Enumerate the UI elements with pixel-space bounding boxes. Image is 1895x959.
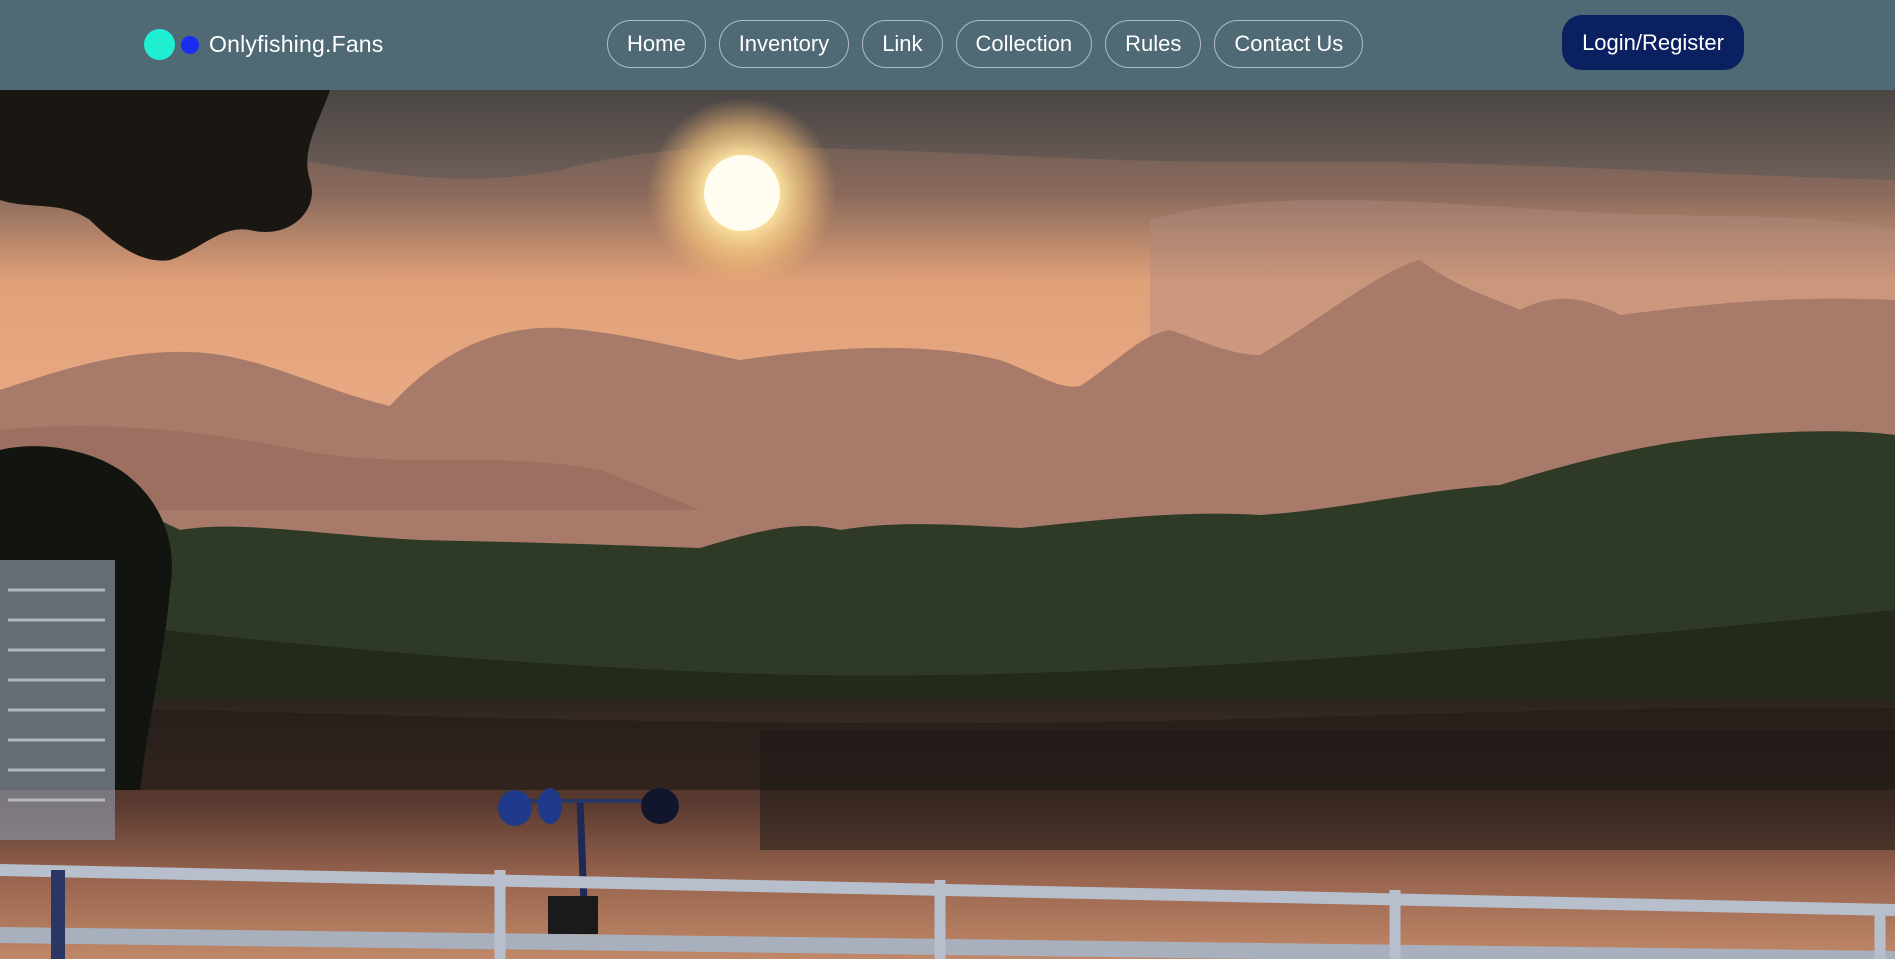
sunset-lake-scene <box>0 90 1895 959</box>
nav-inventory[interactable]: Inventory <box>718 20 850 68</box>
logo-text: Onlyfishing.Fans <box>209 31 384 57</box>
logo-dot-large-icon <box>144 29 175 60</box>
nav-contact-us[interactable]: Contact Us <box>1214 20 1364 68</box>
nav-rules[interactable]: Rules <box>1105 20 1202 68</box>
site-logo[interactable]: Onlyfishing.Fans <box>144 29 384 60</box>
nav-collection[interactable]: Collection <box>955 20 1093 68</box>
hero-image <box>0 90 1895 959</box>
nav-home[interactable]: Home <box>607 20 706 68</box>
site-header: Onlyfishing.Fans Home Inventory Link Col… <box>0 0 1895 90</box>
login-register-button[interactable]: Login/Register <box>1562 15 1744 70</box>
main-nav: Home Inventory Link Collection Rules Con… <box>607 20 1364 68</box>
logo-dot-small-icon <box>181 35 199 54</box>
nav-link[interactable]: Link <box>862 20 943 68</box>
